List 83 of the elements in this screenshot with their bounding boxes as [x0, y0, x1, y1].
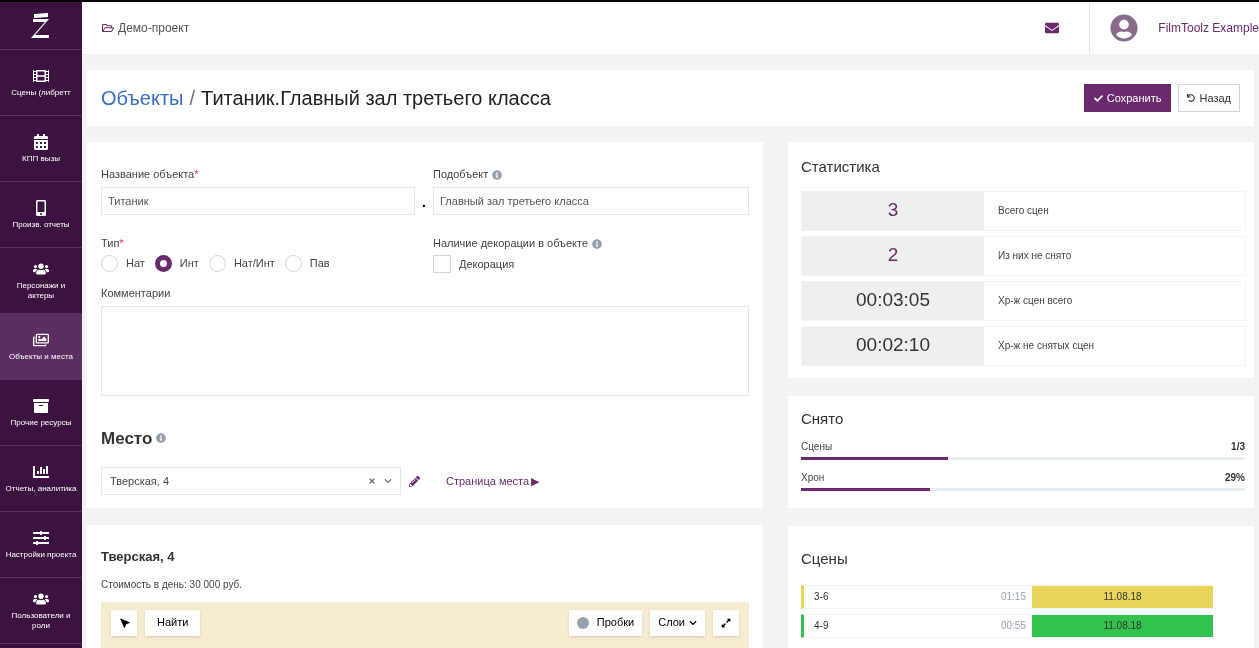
- section-heading: Место: [101, 427, 153, 450]
- calendar-icon: [33, 133, 49, 150]
- progress-label: Сцены: [801, 439, 834, 454]
- locate-button[interactable]: [111, 609, 137, 636]
- sidebar-item[interactable]: Объекты и места: [0, 314, 82, 380]
- folder-icon: [102, 22, 114, 34]
- traffic-button[interactable]: Пробки: [568, 609, 643, 636]
- stat-value: 00:03:05: [802, 281, 984, 320]
- mail-icon[interactable]: [1045, 21, 1060, 35]
- place-select[interactable]: Тверская, 4: [101, 467, 401, 495]
- field-label: Тип: [101, 236, 120, 249]
- archive-box-icon: [33, 397, 49, 414]
- sidebar-item[interactable]: Произв. отчеты: [0, 182, 82, 248]
- stat-value: 3: [802, 191, 984, 230]
- info-icon: [492, 170, 503, 181]
- cursor-icon: [118, 617, 130, 628]
- place-page-link[interactable]: Страница места ▶: [446, 472, 540, 490]
- bar-chart-icon: [33, 463, 49, 480]
- chevron-down-icon[interactable]: [384, 477, 392, 485]
- field-label: Наличие декорации в объекте: [433, 234, 603, 251]
- project-link[interactable]: Демо-проект: [118, 19, 190, 37]
- save-button[interactable]: Сохранить: [1083, 84, 1172, 112]
- info-icon: [156, 433, 167, 444]
- undo-icon: [1187, 94, 1196, 102]
- stat-value: 00:02:10: [802, 326, 984, 365]
- back-button[interactable]: Назад: [1178, 84, 1240, 112]
- stat-value: 2: [802, 236, 984, 275]
- scene-date: 11.08.18: [1032, 585, 1213, 608]
- required-mark: *: [194, 168, 199, 180]
- type-radio[interactable]: Пав: [284, 255, 330, 272]
- type-radio[interactable]: Нат/Инт: [208, 255, 275, 272]
- expand-icon: [721, 617, 731, 628]
- section-link[interactable]: Объекты: [101, 83, 184, 113]
- sidebar-item[interactable]: Сцены (либретт: [0, 50, 82, 116]
- scene-duration: 00:55: [999, 619, 1027, 633]
- field-label: Название объекта: [101, 168, 195, 180]
- progress-reading: 1/3: [1231, 439, 1245, 454]
- scene-number: 3-6: [813, 590, 830, 604]
- sidebar-item[interactable]: Отчеты, аналитика: [0, 446, 82, 512]
- subobject-field[interactable]: Главный зал третьего класса: [433, 186, 749, 215]
- image-icon: [33, 331, 49, 348]
- sidebar-item[interactable]: Прочие ресурсы: [0, 380, 82, 446]
- decoration-checkbox[interactable]: Декорация: [433, 255, 603, 273]
- scene-duration: 01:15: [999, 590, 1027, 604]
- sidebar-item[interactable]: Пользователи и роли: [0, 578, 82, 644]
- card-title: Снято: [801, 409, 845, 429]
- object-name-field[interactable]: Титаник: [101, 186, 415, 215]
- phone-icon: [33, 199, 49, 216]
- sidebar-item[interactable]: Настройки проекта: [0, 512, 82, 578]
- scene-row[interactable]: 4-9 00:55 11.08.18: [801, 613, 1213, 638]
- card-title: Статистика: [801, 157, 881, 177]
- separator-dot: .: [421, 194, 427, 212]
- layers-button[interactable]: Слои: [650, 609, 705, 636]
- check-icon: [1093, 93, 1103, 103]
- clear-icon[interactable]: [368, 477, 376, 485]
- progress-label: Хрон: [801, 470, 826, 485]
- progress-reading: 29%: [1225, 470, 1245, 485]
- page-title: Титаник.Главный зал третьего класса: [201, 86, 551, 111]
- scene-number: 4-9: [813, 619, 830, 633]
- comments-field[interactable]: [101, 305, 749, 396]
- breadcrumb-separator: /: [189, 86, 196, 111]
- sliders-icon: [33, 529, 49, 546]
- address-heading: Тверская, 4: [101, 548, 176, 566]
- field-label: Комментарии: [101, 286, 172, 301]
- avatar-icon[interactable]: [1110, 14, 1139, 42]
- sidebar-item[interactable]: КПП вызы: [0, 116, 82, 182]
- required-mark: *: [119, 236, 124, 249]
- logo-icon: [30, 12, 52, 39]
- scene-date: 11.08.18: [1032, 614, 1213, 637]
- find-button[interactable]: Найти: [145, 609, 201, 636]
- clapperboard-icon: [33, 67, 49, 84]
- card-title: Сцены: [801, 549, 849, 569]
- info-icon: [592, 238, 603, 249]
- traffic-light-icon: [576, 616, 589, 629]
- fullscreen-button[interactable]: [713, 609, 739, 636]
- chevron-down-icon: [689, 618, 697, 627]
- field-label: Подобъект: [433, 166, 749, 183]
- user-name[interactable]: FilmToolz Example: [1158, 19, 1259, 37]
- type-radio[interactable]: Инт: [154, 255, 199, 272]
- pencil-icon[interactable]: [409, 475, 420, 487]
- type-radio[interactable]: Нат: [101, 255, 145, 272]
- scene-row[interactable]: 3-6 01:15 11.08.18: [801, 584, 1213, 609]
- cost-text: Стоимость в день: 30 000 руб.: [101, 577, 244, 592]
